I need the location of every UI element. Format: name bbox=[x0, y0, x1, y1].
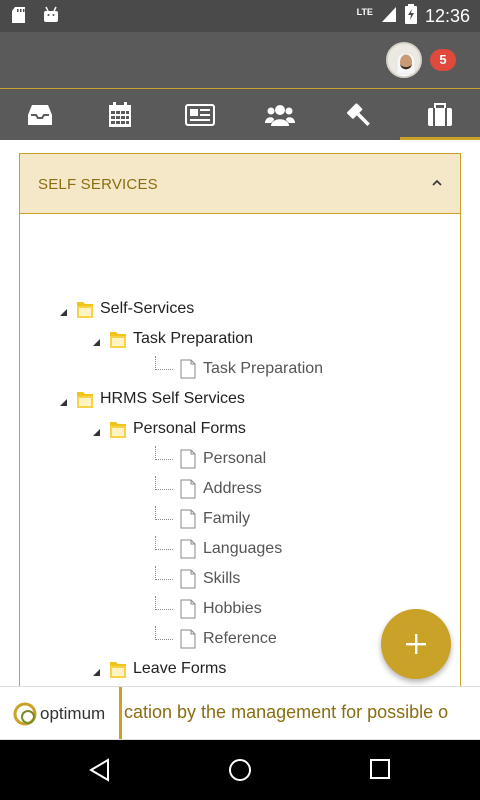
gavel-icon bbox=[346, 102, 370, 126]
tree-item-label: Address bbox=[203, 480, 262, 497]
tree-item-label: Hobbies bbox=[203, 600, 262, 617]
tab-gavel[interactable] bbox=[320, 89, 400, 140]
tree-item-label: Personal Forms bbox=[133, 420, 246, 437]
folder-icon bbox=[109, 659, 127, 679]
tree-item-label: Personal bbox=[203, 450, 267, 467]
tree-leaf-item[interactable]: Address bbox=[155, 474, 262, 504]
document-icon bbox=[179, 479, 197, 499]
tree-leaf-item[interactable]: Personal bbox=[155, 444, 266, 474]
panel-header[interactable]: SELF SERVICES bbox=[20, 154, 460, 214]
tree-item-label: Family bbox=[203, 510, 251, 527]
expand-toggle-icon[interactable] bbox=[58, 304, 68, 316]
sd-card-icon bbox=[12, 6, 28, 29]
recents-icon bbox=[370, 759, 390, 779]
optimum-logo: optimum bbox=[0, 687, 122, 739]
tree-leaf-item[interactable]: Task Preparation bbox=[155, 354, 323, 384]
back-icon bbox=[89, 758, 109, 782]
ticker-text[interactable]: cation by the management for possible o bbox=[124, 702, 448, 723]
folder-icon bbox=[76, 299, 94, 319]
tree-folder-item[interactable]: Personal Forms bbox=[91, 414, 246, 444]
avatar[interactable] bbox=[386, 42, 422, 78]
document-icon bbox=[179, 539, 197, 559]
tab-bar bbox=[0, 88, 480, 140]
tree-folder-item[interactable]: HRMS Self Services bbox=[58, 384, 245, 414]
tree-item-label: Leave Forms bbox=[133, 660, 227, 677]
news-ticker: optimum cation by the management for pos… bbox=[0, 686, 480, 740]
tree-folder-item[interactable]: Task Preparation bbox=[91, 324, 253, 354]
home-button[interactable] bbox=[228, 758, 252, 787]
tree-connector bbox=[155, 506, 173, 520]
tree-connector bbox=[155, 626, 173, 640]
home-icon bbox=[229, 759, 251, 781]
tree-connector bbox=[155, 356, 173, 370]
document-icon bbox=[179, 509, 197, 529]
notification-badge[interactable]: 5 bbox=[430, 49, 456, 71]
tree-item-label: Self-Services bbox=[100, 300, 195, 317]
tab-group[interactable] bbox=[240, 89, 320, 140]
briefcase-icon bbox=[428, 102, 452, 126]
tree-leaf-item[interactable]: Languages bbox=[155, 534, 282, 564]
app-bar: 5 bbox=[0, 32, 480, 88]
system-nav-bar bbox=[0, 740, 480, 800]
document-icon bbox=[179, 599, 197, 619]
tree-item-label: HRMS Self Services bbox=[100, 390, 245, 407]
tree-folder-item[interactable]: Leave Forms bbox=[91, 654, 226, 684]
tree-item-label: Skills bbox=[203, 570, 241, 587]
tab-calendar[interactable] bbox=[80, 89, 160, 140]
document-icon bbox=[179, 569, 197, 589]
document-icon bbox=[179, 449, 197, 469]
expand-toggle-icon[interactable] bbox=[91, 334, 101, 346]
folder-icon bbox=[109, 329, 127, 349]
tree-connector bbox=[155, 476, 173, 490]
tree-item-label: Task Preparation bbox=[133, 330, 254, 347]
status-time: 12:36 bbox=[424, 6, 470, 26]
calendar-icon bbox=[109, 101, 131, 127]
tree-item-label: Task Preparation bbox=[203, 360, 324, 377]
tree-leaf-item[interactable]: Skills bbox=[155, 564, 240, 594]
tab-inbox[interactable] bbox=[0, 89, 80, 140]
logo-text: optimum bbox=[40, 704, 106, 723]
tab-briefcase[interactable] bbox=[400, 89, 480, 140]
folder-icon bbox=[76, 389, 94, 409]
tree-leaf-item[interactable]: Family bbox=[155, 504, 250, 534]
recents-button[interactable] bbox=[369, 758, 391, 785]
tree-connector bbox=[155, 566, 173, 580]
app-screen: LTE 12:36 5 SELF SERVICES Self-Services … bbox=[0, 0, 480, 800]
tree-leaf-item[interactable]: Reference bbox=[155, 624, 277, 654]
inbox-icon bbox=[28, 104, 52, 125]
network-type: LTE bbox=[356, 6, 373, 17]
android-icon bbox=[42, 6, 60, 29]
tree-connector bbox=[155, 536, 173, 550]
tab-news[interactable] bbox=[160, 89, 240, 140]
battery-charging-icon bbox=[404, 4, 417, 29]
expand-toggle-icon[interactable] bbox=[91, 664, 101, 676]
document-icon bbox=[179, 359, 197, 379]
chevron-up-icon[interactable] bbox=[430, 177, 444, 189]
tree-connector bbox=[155, 596, 173, 610]
back-button[interactable] bbox=[88, 758, 112, 787]
tree-item-label: Reference bbox=[203, 630, 277, 647]
plus-icon bbox=[406, 634, 426, 654]
tree-leaf-item[interactable]: Hobbies bbox=[155, 594, 262, 624]
folder-icon bbox=[109, 419, 127, 439]
tree-folder-item[interactable]: Self-Services bbox=[58, 294, 194, 324]
group-icon bbox=[265, 104, 295, 126]
status-bar: LTE 12:36 bbox=[0, 0, 480, 32]
tree-item-label: Languages bbox=[203, 540, 283, 557]
add-button[interactable] bbox=[381, 609, 451, 679]
expand-toggle-icon[interactable] bbox=[91, 424, 101, 436]
panel-title: SELF SERVICES bbox=[38, 176, 158, 193]
tree-connector bbox=[155, 446, 173, 460]
news-icon bbox=[185, 103, 215, 126]
document-icon bbox=[179, 629, 197, 649]
signal-icon bbox=[381, 5, 397, 28]
expand-toggle-icon[interactable] bbox=[58, 394, 68, 406]
